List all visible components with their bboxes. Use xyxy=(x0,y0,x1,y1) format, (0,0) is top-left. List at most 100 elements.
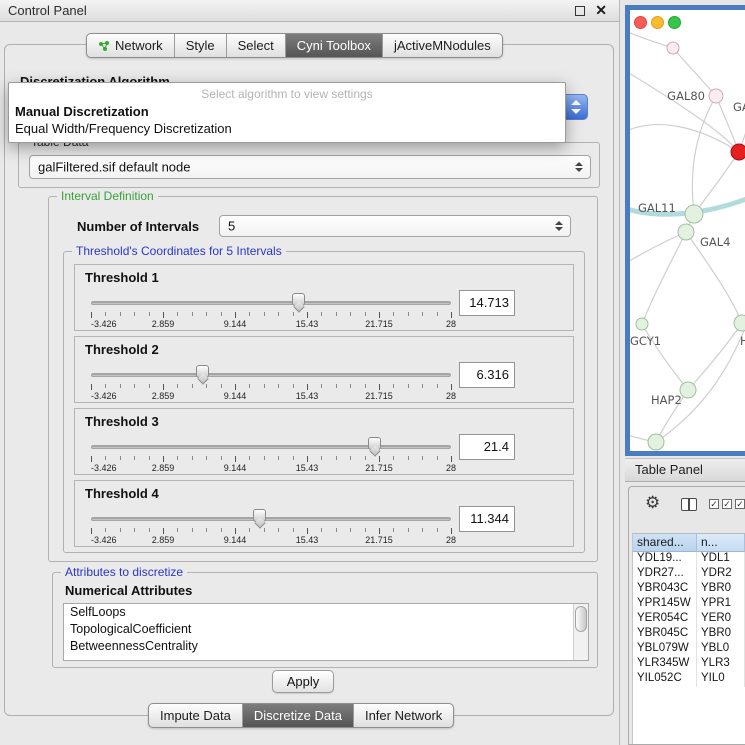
checkbox-icon[interactable]: ✓ xyxy=(709,499,719,509)
control-panel-titlebar[interactable]: Control Panel ✕ xyxy=(0,0,619,22)
tick-label: 21.715 xyxy=(365,319,393,329)
list-scrollbar[interactable] xyxy=(573,604,588,660)
table-row[interactable]: YDL19...YDL1 xyxy=(633,552,745,567)
network-node[interactable] xyxy=(678,224,694,240)
table-row[interactable]: YPR145WYPR1 xyxy=(633,597,745,612)
threshold-value-box[interactable]: 11.344 xyxy=(459,506,515,532)
slider-track xyxy=(91,445,451,449)
checkbox-icon[interactable]: ✓ xyxy=(722,499,732,509)
scrollbar-thumb[interactable] xyxy=(575,606,587,632)
tick-label: 28 xyxy=(446,535,456,545)
table-header-row: shared...n... xyxy=(633,534,745,552)
threshold-label: Threshold 4 xyxy=(85,486,159,501)
network-node[interactable] xyxy=(667,42,679,54)
ruler-tick xyxy=(249,384,250,388)
ruler-tick xyxy=(105,384,106,388)
network-node[interactable] xyxy=(734,315,745,331)
table-row[interactable]: YER054CYER0 xyxy=(633,612,745,627)
network-node[interactable] xyxy=(648,434,664,450)
slider-thumb[interactable] xyxy=(196,365,209,378)
apply-button[interactable]: Apply xyxy=(272,670,334,693)
network-node[interactable] xyxy=(709,89,723,103)
threshold-slider[interactable]: -3.4262.8599.14415.4321.71528 xyxy=(91,507,451,545)
ruler-tick xyxy=(235,528,236,534)
threshold-value-box[interactable]: 14.713 xyxy=(459,290,515,316)
network-canvas[interactable]: GAL80GAGAL11GAL4GCY1HHAP2 xyxy=(630,10,745,451)
ruler-tick xyxy=(149,384,150,388)
ruler-tick xyxy=(437,312,438,316)
attribute-list-item[interactable]: SelfLoops xyxy=(64,604,588,621)
ruler-tick xyxy=(379,528,380,534)
network-node[interactable] xyxy=(685,205,703,223)
tab-network[interactable]: Network xyxy=(87,34,175,57)
threshold-slider[interactable]: -3.4262.8599.14415.4321.71528 xyxy=(91,291,451,329)
popup-options: Manual DiscretizationEqual Width/Frequen… xyxy=(9,103,565,137)
mac-close-button[interactable] xyxy=(634,16,647,29)
ruler-tick xyxy=(221,312,222,316)
attributes-listbox[interactable]: SelfLoopsTopologicalCoefficientBetweenne… xyxy=(63,603,589,661)
table-row[interactable]: YBR045CYBR0 xyxy=(633,627,745,642)
control-panel-window: Control Panel ✕ NetworkStyleSelectCyni T… xyxy=(0,0,620,745)
threshold-value-box[interactable]: 21.4 xyxy=(459,434,515,460)
table-rows: YDL19...YDL1YDR27...YDR2YBR043CYBR0YPR14… xyxy=(633,552,745,687)
slider-thumb[interactable] xyxy=(292,293,305,306)
ruler-tick xyxy=(336,456,337,460)
slider-track xyxy=(91,373,451,377)
ruler-tick xyxy=(408,312,409,316)
attribute-list-item[interactable]: TopologicalCoefficient xyxy=(64,621,588,638)
updown-arrows-icon xyxy=(575,162,583,172)
mac-zoom-button[interactable] xyxy=(668,16,681,29)
ruler-tick xyxy=(149,456,150,460)
table-data-combobox[interactable]: galFiltered.sif default node xyxy=(29,155,591,179)
algorithm-option[interactable]: Equal Width/Frequency Discretization xyxy=(9,120,565,137)
number-of-intervals-combobox[interactable]: 5 xyxy=(219,215,571,237)
ruler-tick xyxy=(437,456,438,460)
tab-infer-network[interactable]: Infer Network xyxy=(354,704,453,727)
ruler-tick xyxy=(264,528,265,532)
table-cell: YER054C xyxy=(633,612,697,627)
ruler-tick xyxy=(149,312,150,316)
table-panel: ⚙ ✓ ✓ ✓ shared...n... YDL19...YDL1YDR27.… xyxy=(628,486,745,745)
threshold-slider[interactable]: -3.4262.8599.14415.4321.71528 xyxy=(91,435,451,473)
table-column-header[interactable]: shared... xyxy=(633,534,697,552)
close-icon[interactable]: ✕ xyxy=(595,2,607,19)
tab-select[interactable]: Select xyxy=(227,34,286,57)
ruler-tick xyxy=(91,384,92,390)
table-row[interactable]: YLR345WYLR3 xyxy=(633,657,745,672)
network-node[interactable] xyxy=(731,144,745,160)
checkbox-icon[interactable]: ✓ xyxy=(735,499,745,509)
mac-minimize-button[interactable] xyxy=(651,16,664,29)
slider-thumb[interactable] xyxy=(253,509,266,522)
ruler-tick xyxy=(134,384,135,388)
tab-jactivemnodules[interactable]: jActiveMNodules xyxy=(383,34,502,57)
network-node[interactable] xyxy=(636,318,648,330)
float-window-icon[interactable] xyxy=(575,6,585,16)
gear-icon[interactable]: ⚙ xyxy=(645,493,660,513)
tab-label: Impute Data xyxy=(160,708,231,723)
columns-icon[interactable] xyxy=(681,498,697,511)
slider-thumb[interactable] xyxy=(368,437,381,450)
tab-discretize-data[interactable]: Discretize Data xyxy=(243,704,354,727)
threshold-value-box[interactable]: 6.316 xyxy=(459,362,515,388)
tick-label: 9.144 xyxy=(224,535,247,545)
table-row[interactable]: YDR27...YDR2 xyxy=(633,567,745,582)
top-tab-bar: NetworkStyleSelectCyni ToolboxjActiveMNo… xyxy=(86,33,503,58)
ruler-tick xyxy=(437,384,438,388)
tab-cyni-toolbox[interactable]: Cyni Toolbox xyxy=(286,34,383,57)
attributes-group: Attributes to discretize Numerical Attri… xyxy=(52,572,598,668)
algorithm-option[interactable]: Manual Discretization xyxy=(9,103,565,120)
table-row[interactable]: YBL079WYBL0 xyxy=(633,642,745,657)
attribute-list-item[interactable]: BetweennessCentrality xyxy=(64,638,588,655)
ruler-tick xyxy=(177,528,178,532)
network-node-label: GA xyxy=(733,100,745,114)
table-column-header[interactable]: n... xyxy=(697,534,745,552)
tab-style[interactable]: Style xyxy=(175,34,227,57)
threshold-slider[interactable]: -3.4262.8599.14415.4321.71528 xyxy=(91,363,451,401)
ruler-tick xyxy=(307,312,308,318)
table-row[interactable]: YBR043CYBR0 xyxy=(633,582,745,597)
tick-label: -3.426 xyxy=(91,391,117,401)
tab-impute-data[interactable]: Impute Data xyxy=(149,704,243,727)
network-node[interactable] xyxy=(680,382,696,398)
ruler-tick xyxy=(408,528,409,532)
table-row[interactable]: YIL052CYIL0 xyxy=(633,672,745,687)
